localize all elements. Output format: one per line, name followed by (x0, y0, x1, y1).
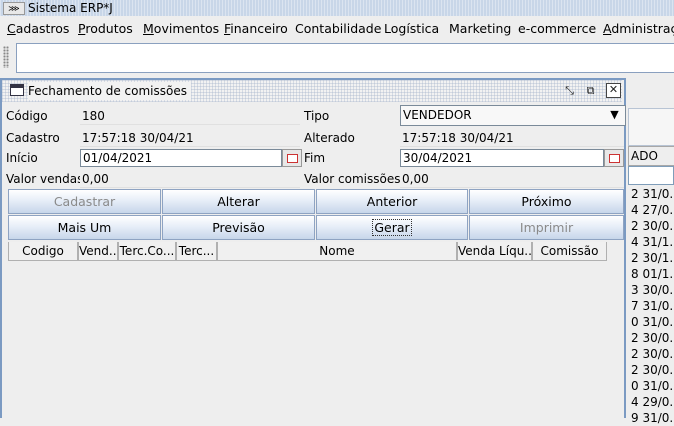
button-label: Anterior (366, 194, 418, 209)
menu-bar: Cadastros Produtos Movimentos Financeiro… (0, 16, 674, 40)
button-label: Gerar (372, 219, 412, 236)
codigo-field[interactable]: 180 (80, 107, 300, 125)
tipo-label: Tipo (304, 109, 330, 123)
frame-window-icon (10, 84, 24, 96)
toolbar (16, 43, 674, 73)
column-header-codigo[interactable]: Codigo (8, 242, 78, 261)
column-header-comissao[interactable]: Comissão (532, 242, 607, 261)
column-header-nome[interactable]: Nome (217, 242, 457, 261)
previsao-button[interactable]: Previsão (162, 215, 315, 240)
fim-label: Fim (304, 151, 326, 165)
menu-label: inanceiro (230, 21, 288, 36)
menu-logistica[interactable]: Logística (384, 21, 439, 37)
background-column-header[interactable]: ADO (628, 146, 674, 166)
background-table-cell: 7 31/0... (631, 299, 674, 313)
grid-body[interactable] (8, 261, 620, 418)
cadastro-label: Cadastro (6, 131, 60, 145)
menu-label: Marketing (449, 21, 512, 36)
valor-comissoes-field: 0,00 (400, 170, 624, 188)
menu-label: adastros (15, 21, 70, 36)
menu-label: ovimentos (153, 21, 220, 36)
button-label: Mais Um (57, 220, 112, 235)
inicio-date-input[interactable]: 01/04/2021 (80, 149, 282, 167)
close-icon[interactable]: ✕ (606, 83, 621, 98)
cadastrar-button[interactable]: Cadastrar (8, 189, 161, 214)
menu-label: Logística (384, 21, 440, 36)
valor-vendas-label: Valor vendas (6, 172, 84, 186)
proximo-button[interactable]: Próximo (469, 189, 624, 214)
menu-label: e-commerce (518, 21, 597, 36)
tipo-selected-value: VENDEDOR (403, 108, 472, 122)
chevron-down-icon[interactable]: ▼ (605, 106, 624, 124)
calendar-icon[interactable] (282, 149, 302, 167)
maximize-icon[interactable]: ⧉ (583, 83, 598, 98)
background-table-cell: 4 31/1... (631, 235, 674, 249)
column-header-terc-comissao[interactable]: Terc.Co... (118, 242, 176, 261)
window-title: Sistema ERP*J (28, 1, 113, 15)
menu-label: rodutos (85, 21, 133, 36)
menu-mnemonic: C (7, 21, 16, 36)
menu-marketing[interactable]: Marketing (449, 21, 511, 37)
menu-administracao[interactable]: Administraçã (603, 21, 674, 37)
menu-label: dministraçã (611, 21, 674, 36)
menu-produtos[interactable]: Produtos (78, 21, 133, 37)
background-table-cell: 4 27/0... (631, 203, 674, 217)
alterar-button[interactable]: Alterar (162, 189, 315, 214)
button-label: Próximo (521, 194, 572, 209)
background-table-cell: 2 30/0... (631, 347, 674, 361)
alterado-label: Alterado (304, 131, 355, 145)
alterado-field: 17:57:18 30/04/21 (400, 129, 624, 147)
background-table-cell: 9 31/0... (631, 411, 674, 425)
minimize-icon[interactable]: ⤡ (562, 83, 577, 98)
button-label: Cadastrar (53, 194, 116, 209)
background-table-cell: 2 31/0... (631, 187, 674, 201)
background-table-cell: 2 30/1... (631, 251, 674, 265)
valor-vendas-field: 0,00 (80, 170, 300, 188)
menu-movimentos[interactable]: Movimentos (143, 21, 219, 37)
column-header-terc[interactable]: Terc... (176, 242, 217, 261)
menu-label: Contabilidade (295, 21, 382, 36)
background-table-cell: 2 30/0... (631, 331, 674, 345)
calendar-icon[interactable] (604, 149, 624, 167)
menu-financeiro[interactable]: Financeiro (224, 21, 288, 37)
anterior-button[interactable]: Anterior (316, 189, 468, 214)
frame-title: Fechamento de comissões (28, 82, 191, 100)
background-table-cell: 0 31/0... (631, 315, 674, 329)
fim-date-input[interactable]: 30/04/2021 (400, 149, 604, 167)
menu-contabilidade[interactable]: Contabilidade (295, 21, 381, 37)
menu-mnemonic: M (143, 21, 154, 36)
background-panel (628, 108, 674, 146)
mais-um-button[interactable]: Mais Um (8, 215, 161, 240)
button-label: Imprimir (519, 220, 574, 235)
codigo-label: Código (6, 109, 48, 123)
background-table-cell: 2 30/0... (631, 219, 674, 233)
valor-comissoes-label: Valor comissões (304, 172, 401, 186)
background-table-cell: 3 30/0... (631, 283, 674, 297)
menu-cadastros[interactable]: Cadastros (7, 21, 69, 37)
background-table-cell: 4 29/0... (631, 395, 674, 409)
column-header-vendedor[interactable]: Vend... (78, 242, 118, 261)
background-table-cell: 0 31/0... (631, 379, 674, 393)
background-filter-input[interactable] (628, 166, 674, 185)
cadastro-field: 17:57:18 30/04/21 (80, 129, 300, 147)
background-table-cell: 2 30/0... (631, 363, 674, 377)
menu-ecommerce[interactable]: e-commerce (518, 21, 596, 37)
button-label: Alterar (217, 194, 260, 209)
background-table-cell: 8 01/1... (631, 267, 674, 281)
inicio-label: Início (6, 151, 38, 165)
imprimir-button[interactable]: Imprimir (469, 215, 624, 240)
button-label: Previsão (212, 220, 265, 235)
app-logo-icon: ⋙ (3, 2, 25, 15)
column-header-venda-liquida[interactable]: Venda Líqu... (457, 242, 532, 261)
toolbar-grip-icon[interactable] (3, 46, 9, 68)
gerar-button[interactable]: Gerar (316, 215, 468, 240)
